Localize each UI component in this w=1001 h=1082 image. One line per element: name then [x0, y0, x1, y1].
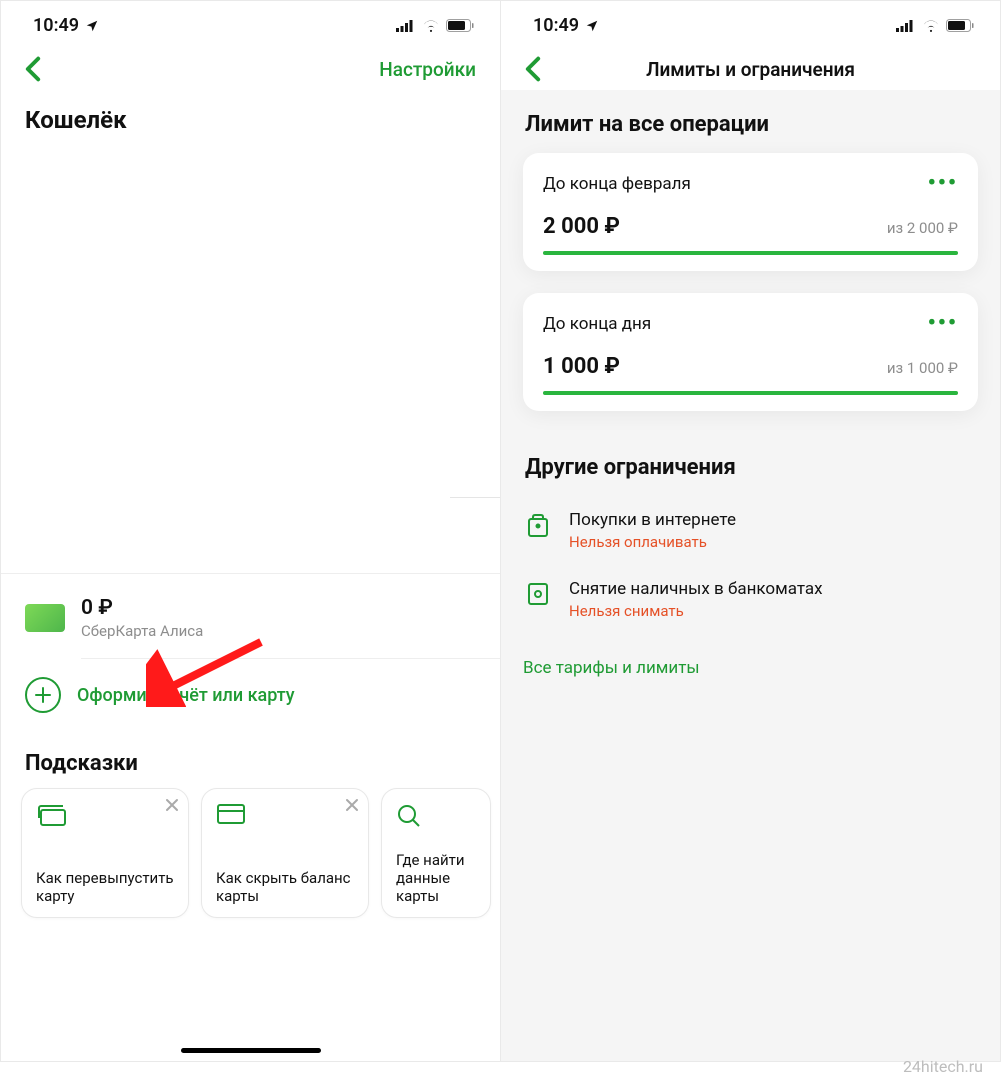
- limits-screen: 10:49 Лимиты и ограничения Лимит на все …: [501, 0, 1001, 1062]
- card-name: СберКарта Алиса: [81, 622, 203, 640]
- add-account-label: Оформить счёт или карту: [77, 685, 295, 706]
- status-time: 10:49: [33, 15, 79, 36]
- limit-label: До конца дня: [543, 314, 651, 334]
- status-bar: 10:49: [1, 1, 500, 46]
- progress-bar: [543, 391, 958, 395]
- restriction-title: Снятие наличных в банкоматах: [569, 579, 823, 599]
- watermark: 24hitech.ru: [903, 1057, 983, 1076]
- chevron-left-icon: [25, 56, 41, 82]
- back-button[interactable]: [525, 56, 541, 82]
- shopping-bag-icon: [523, 510, 553, 538]
- restriction-title: Покупки в интернете: [569, 510, 736, 530]
- wifi-icon: [422, 19, 440, 32]
- plus-icon: [25, 677, 61, 713]
- restriction-item[interactable]: Снятие наличных в банкоматах Нельзя сним…: [523, 565, 978, 634]
- limit-current: 1 000 ₽: [543, 354, 620, 379]
- restriction-status: Нельзя оплачивать: [569, 533, 736, 551]
- status-time: 10:49: [533, 15, 579, 36]
- progress-bar: [543, 251, 958, 255]
- section-title: Лимит на все операции: [523, 90, 978, 153]
- cards-icon: [36, 803, 174, 831]
- battery-icon: [446, 19, 474, 32]
- chevron-left-icon: [525, 56, 541, 82]
- limit-label: До конца февраля: [543, 174, 691, 194]
- tip-text: Как скрыть баланс карты: [216, 869, 354, 905]
- battery-icon: [946, 19, 974, 32]
- all-tariffs-link[interactable]: Все тарифы и лимиты: [523, 634, 978, 702]
- limit-card-month[interactable]: До конца февраля ••• 2 000 ₽ из 2 000 ₽: [523, 153, 978, 271]
- limit-current: 2 000 ₽: [543, 214, 620, 239]
- nav-bar: Лимиты и ограничения: [501, 46, 1000, 90]
- location-icon: [85, 19, 99, 33]
- card-icon: [25, 604, 65, 632]
- wifi-icon: [922, 19, 940, 32]
- wallet-screen: 10:49 Настройки Кошелёк 0 ₽ СберКарта Ал…: [0, 0, 501, 1062]
- card-item[interactable]: 0 ₽ СберКарта Алиса: [1, 574, 500, 658]
- nav-bar: Настройки: [1, 46, 500, 90]
- empty-area: [1, 144, 500, 574]
- add-account-button[interactable]: Оформить счёт или карту: [1, 659, 500, 733]
- atm-icon: [523, 579, 553, 607]
- card-balance: 0 ₽: [81, 596, 203, 620]
- location-icon: [585, 19, 599, 33]
- tip-text: Где найти данные карты: [396, 851, 476, 905]
- page-title: Лимиты и ограничения: [541, 58, 960, 81]
- close-icon[interactable]: [164, 797, 180, 817]
- home-indicator[interactable]: [1, 1048, 500, 1061]
- more-icon[interactable]: •••: [928, 171, 958, 196]
- section-title: Другие ограничения: [523, 433, 978, 496]
- restriction-item[interactable]: Покупки в интернете Нельзя оплачивать: [523, 496, 978, 565]
- more-icon[interactable]: •••: [928, 311, 958, 336]
- limit-max: из 1 000 ₽: [887, 359, 958, 377]
- settings-button[interactable]: Настройки: [379, 58, 476, 81]
- tips-title: Подсказки: [1, 733, 500, 788]
- limit-max: из 2 000 ₽: [887, 219, 958, 237]
- search-icon: [396, 803, 476, 833]
- cellular-icon: [896, 20, 916, 32]
- status-bar: 10:49: [501, 1, 1000, 46]
- cellular-icon: [396, 20, 416, 32]
- page-title: Кошелёк: [1, 90, 500, 144]
- tip-card[interactable]: Как перевыпустить карту: [21, 788, 189, 918]
- close-icon[interactable]: [344, 797, 360, 817]
- tips-carousel[interactable]: Как перевыпустить карту Как скрыть балан…: [1, 788, 500, 918]
- tip-card[interactable]: Как скрыть баланс карты: [201, 788, 369, 918]
- tip-text: Как перевыпустить карту: [36, 869, 174, 905]
- back-button[interactable]: [25, 56, 41, 82]
- limit-card-day[interactable]: До конца дня ••• 1 000 ₽ из 1 000 ₽: [523, 293, 978, 411]
- restriction-status: Нельзя снимать: [569, 602, 823, 620]
- tip-card[interactable]: Где найти данные карты: [381, 788, 491, 918]
- card-icon: [216, 803, 354, 829]
